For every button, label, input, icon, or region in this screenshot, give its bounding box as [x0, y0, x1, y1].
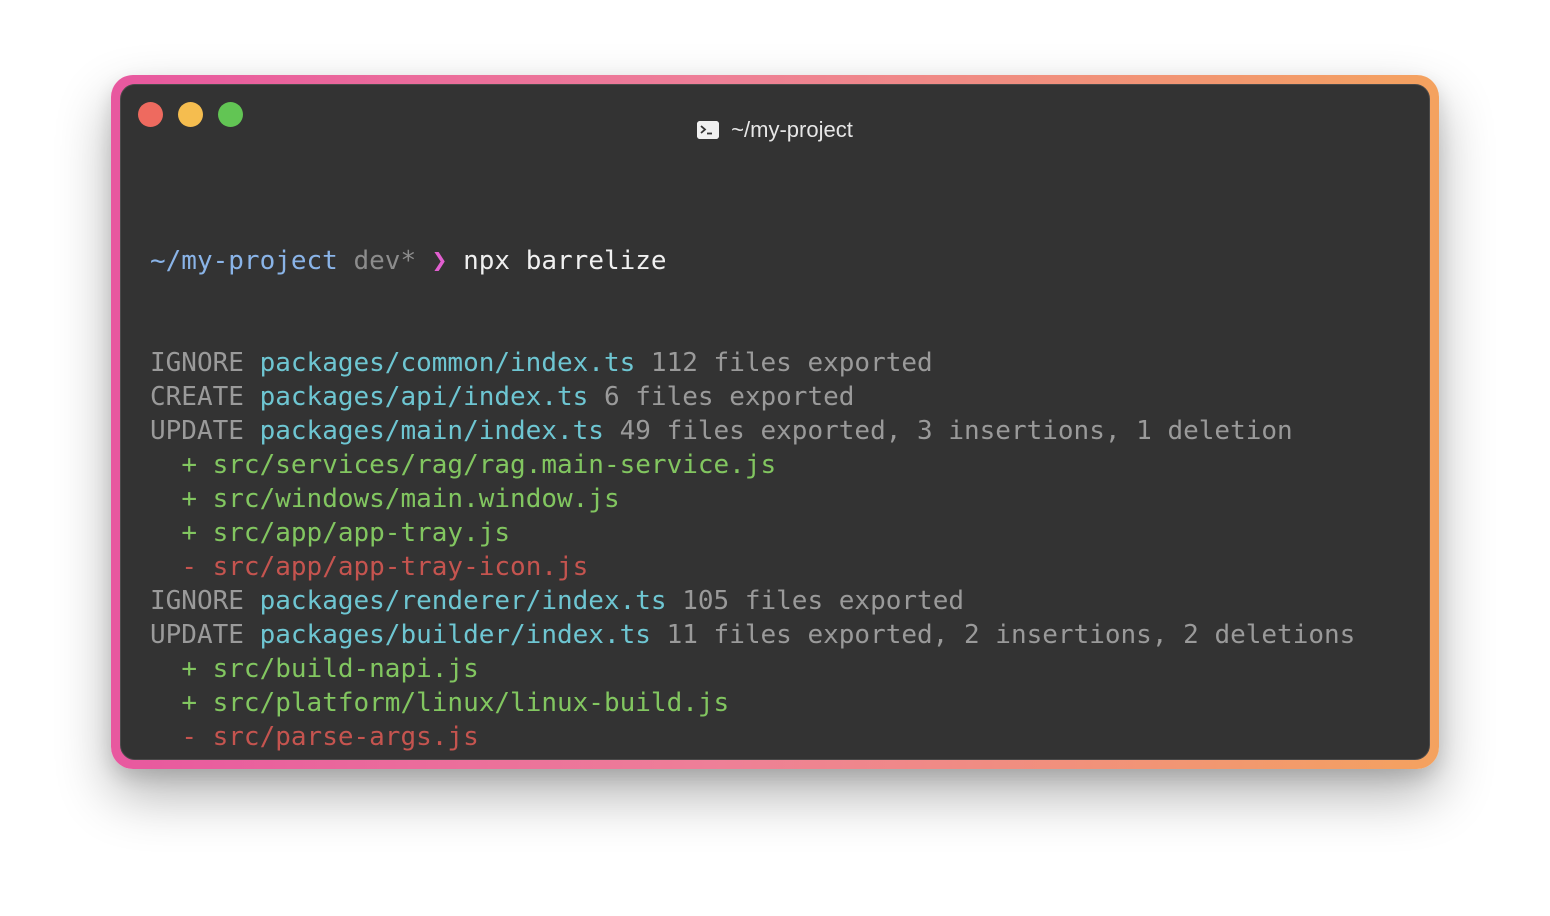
- file-path: packages/api/index.ts: [259, 382, 589, 412]
- output-line: IGNORE packages/renderer/index.ts 105 fi…: [150, 584, 1419, 618]
- terminal-icon: [697, 121, 720, 139]
- changed-file-path: src/parse-args.js: [212, 722, 479, 752]
- terminal-window[interactable]: ~/my-project ~/my-project dev* ❯ npx bar…: [120, 84, 1430, 760]
- change-marker: +: [181, 654, 197, 684]
- command-line: ~/my-project dev* ❯ npx barrelize: [150, 244, 1419, 278]
- change-marker: +: [181, 484, 197, 514]
- changed-file-path: src/app/app-tray-icon.js: [212, 552, 589, 582]
- change-marker: -: [181, 552, 197, 582]
- removed-file-line: - src/string-helper.js: [150, 754, 1419, 759]
- prompt-arrow: ❯: [431, 246, 448, 276]
- file-path: packages/common/index.ts: [259, 348, 636, 378]
- file-path: packages/renderer/index.ts: [259, 586, 667, 616]
- window-frame: ~/my-project ~/my-project dev* ❯ npx bar…: [111, 75, 1439, 769]
- added-file-line: + src/windows/main.window.js: [150, 482, 1419, 516]
- action-label: IGNORE: [150, 586, 244, 616]
- prompt-path: ~/my-project: [150, 246, 338, 276]
- output-lines: IGNORE packages/common/index.ts 112 file…: [150, 346, 1419, 759]
- change-marker: +: [181, 450, 197, 480]
- action-label: CREATE: [150, 382, 244, 412]
- added-file-line: + src/platform/linux/linux-build.js: [150, 686, 1419, 720]
- output-line: CREATE packages/api/index.ts 6 files exp…: [150, 380, 1419, 414]
- action-label: UPDATE: [150, 416, 244, 446]
- command-text: npx barrelize: [463, 246, 667, 276]
- export-summary: 112 files exported: [650, 348, 933, 378]
- changed-file-path: src/string-helper.js: [213, 756, 526, 759]
- action-label: UPDATE: [150, 620, 244, 650]
- added-file-line: + src/app/app-tray.js: [150, 516, 1419, 550]
- changed-file-path: src/windows/main.window.js: [212, 484, 620, 514]
- changed-file-path: src/app/app-tray.js: [212, 518, 511, 548]
- terminal-output[interactable]: ~/my-project dev* ❯ npx barrelize IGNORE…: [150, 176, 1419, 759]
- output-line: UPDATE packages/main/index.ts 49 files e…: [150, 414, 1419, 448]
- removed-file-line: - src/parse-args.js: [150, 720, 1419, 754]
- changed-file-path: src/services/rag/rag.main-service.js: [212, 450, 777, 480]
- export-summary: 49 files exported, 3 insertions, 1 delet…: [619, 416, 1293, 446]
- prompt-branch: dev*: [353, 246, 417, 276]
- added-file-line: + src/services/rag/rag.main-service.js: [150, 448, 1419, 482]
- change-marker: +: [181, 518, 197, 548]
- change-marker: -: [181, 722, 197, 752]
- export-summary: 11 files exported, 2 insertions, 2 delet…: [666, 620, 1356, 650]
- removed-file-line: - src/app/app-tray-icon.js: [150, 550, 1419, 584]
- changed-file-path: src/build-napi.js: [212, 654, 479, 684]
- output-line: IGNORE packages/common/index.ts 112 file…: [150, 346, 1419, 380]
- change-marker: +: [181, 688, 197, 718]
- window-title: ~/my-project: [731, 117, 853, 142]
- export-summary: 105 files exported: [682, 586, 964, 616]
- file-path: packages/builder/index.ts: [259, 620, 651, 650]
- export-summary: 6 files exported: [603, 382, 855, 412]
- action-label: IGNORE: [150, 348, 244, 378]
- window-titlebar: ~/my-project: [121, 117, 1429, 143]
- output-line: UPDATE packages/builder/index.ts 11 file…: [150, 618, 1419, 652]
- added-file-line: + src/build-napi.js: [150, 652, 1419, 686]
- file-path: packages/main/index.ts: [259, 416, 604, 446]
- changed-file-path: src/platform/linux/linux-build.js: [212, 688, 730, 718]
- change-marker: -: [181, 756, 197, 759]
